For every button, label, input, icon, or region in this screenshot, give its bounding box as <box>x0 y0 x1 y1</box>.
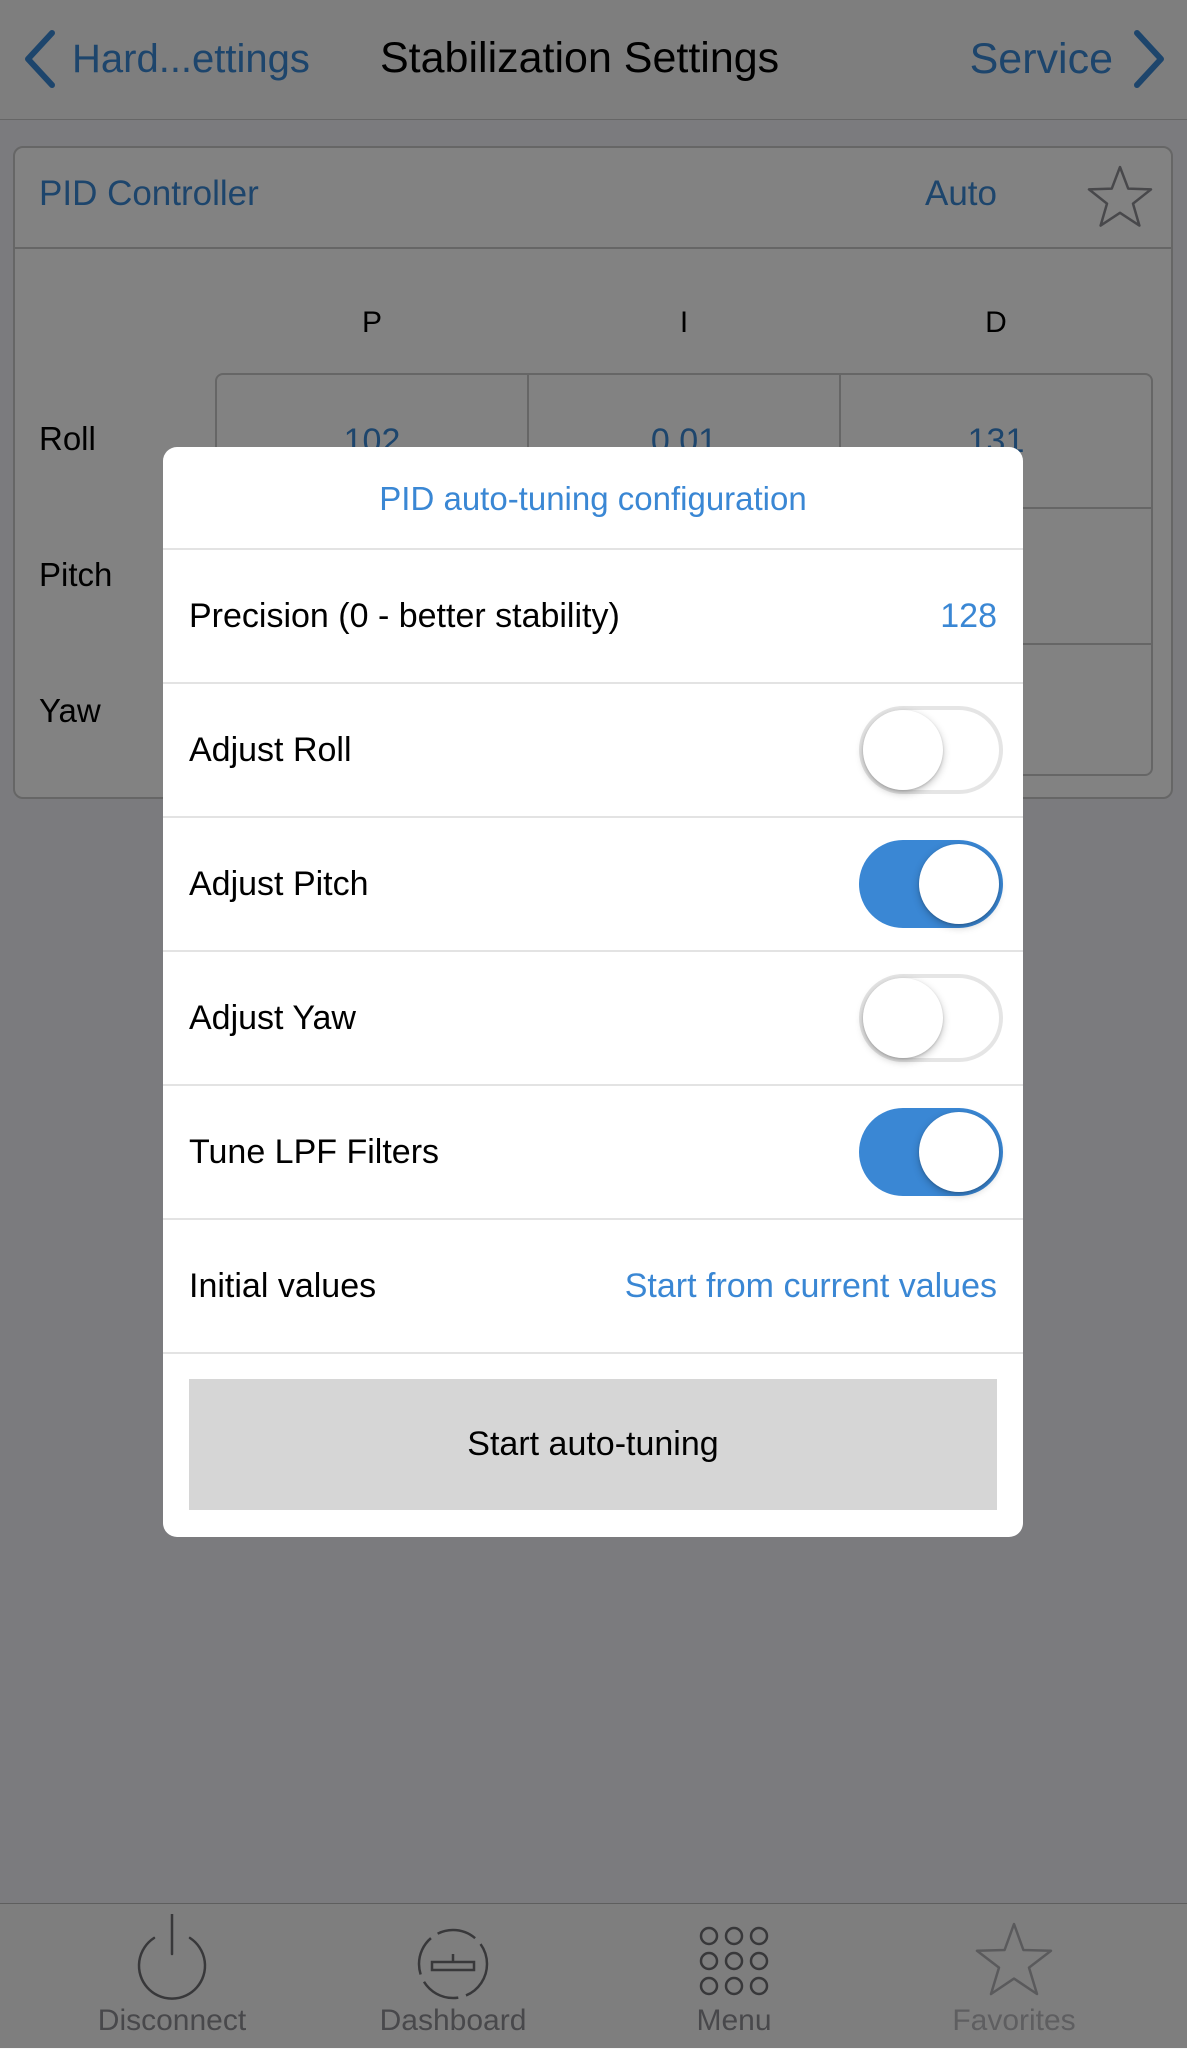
precision-value[interactable]: 128 <box>940 550 997 682</box>
initial-values-selector[interactable]: Start from current values <box>625 1220 997 1352</box>
adjust-yaw-row: Adjust Yaw <box>163 952 1023 1086</box>
adjust-pitch-toggle[interactable] <box>859 840 1003 928</box>
auto-tuning-dialog: PID auto-tuning configuration Precision … <box>163 447 1023 1537</box>
start-auto-tuning-button[interactable]: Start auto-tuning <box>189 1379 997 1510</box>
tune-lpf-toggle[interactable] <box>859 1108 1003 1196</box>
adjust-yaw-toggle[interactable] <box>859 974 1003 1062</box>
toggle-knob <box>919 844 999 924</box>
adjust-roll-label: Adjust Roll <box>189 731 352 769</box>
initial-values-label: Initial values <box>189 1267 377 1305</box>
dialog-title: PID auto-tuning configuration <box>163 447 1023 550</box>
tune-lpf-label: Tune LPF Filters <box>189 1133 440 1171</box>
adjust-pitch-row: Adjust Pitch <box>163 818 1023 952</box>
initial-values-row[interactable]: Initial values Start from current values <box>163 1220 1023 1354</box>
adjust-yaw-label: Adjust Yaw <box>189 999 356 1037</box>
tune-lpf-row: Tune LPF Filters <box>163 1086 1023 1220</box>
adjust-pitch-label: Adjust Pitch <box>189 865 369 903</box>
toggle-knob <box>863 710 943 790</box>
toggle-knob <box>919 1112 999 1192</box>
adjust-roll-row: Adjust Roll <box>163 684 1023 818</box>
precision-label: Precision (0 - better stability) <box>189 597 620 635</box>
precision-row[interactable]: Precision (0 - better stability) 128 <box>163 550 1023 684</box>
adjust-roll-toggle[interactable] <box>859 706 1003 794</box>
toggle-knob <box>863 978 943 1058</box>
